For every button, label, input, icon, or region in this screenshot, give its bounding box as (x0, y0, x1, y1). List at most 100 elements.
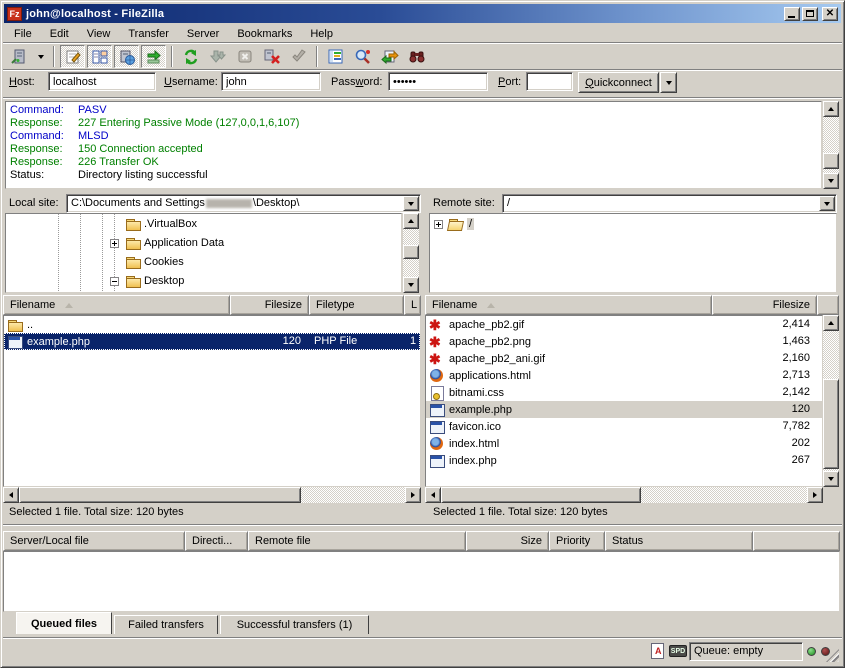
site-manager-dropdown-button[interactable] (33, 45, 48, 68)
expander-icon[interactable] (110, 277, 119, 286)
filter-button[interactable] (323, 45, 348, 68)
host-input[interactable] (48, 72, 156, 91)
minimize-button[interactable] (784, 7, 800, 21)
column-header-filename[interactable]: Filename (425, 295, 712, 315)
local-file-list: .. example.php 120 PHP File 1 (3, 315, 421, 487)
toggle-local-tree-icon (92, 49, 108, 65)
scroll-down-button[interactable] (823, 471, 839, 487)
scroll-right-button[interactable] (405, 487, 421, 503)
log-line: Response:150 Connection accepted (6, 143, 821, 156)
file-row[interactable]: favicon.ico 7,782 (426, 418, 822, 435)
scroll-up-button[interactable] (823, 101, 839, 117)
site-manager-button[interactable] (6, 45, 31, 68)
tree-item-application-data[interactable]: Application Data (110, 234, 224, 252)
file-row[interactable]: apache_pb2.gif 2,414 (426, 316, 822, 333)
remote-site-combobox[interactable]: / (502, 194, 837, 213)
password-label: Password: (331, 76, 382, 90)
scrollbar-thumb[interactable] (403, 245, 419, 259)
scroll-up-button[interactable] (823, 315, 839, 331)
quickconnect-button[interactable]: Quickconnect (578, 72, 659, 93)
toggle-queue-button[interactable] (141, 45, 166, 68)
file-row[interactable]: index.php 267 (426, 452, 822, 469)
tab-queued-files[interactable]: Queued files (16, 612, 112, 634)
menu-transfer[interactable]: Transfer (119, 26, 178, 42)
remote-site-label: Remote site: (433, 197, 495, 211)
menu-help[interactable]: Help (301, 26, 342, 42)
menu-file[interactable]: File (5, 26, 41, 42)
apache-image-icon (429, 334, 445, 350)
local-site-dropdown-button[interactable] (403, 196, 419, 211)
cancel-operation-button[interactable] (232, 45, 257, 68)
scroll-left-button[interactable] (425, 487, 441, 503)
disconnect-button[interactable] (259, 45, 284, 68)
process-queue-button[interactable] (205, 45, 230, 68)
speed-limit-icon[interactable]: SPD (669, 645, 687, 657)
column-header-filename[interactable]: Filename (3, 295, 230, 315)
toggle-local-tree-button[interactable] (87, 45, 112, 68)
expander-icon[interactable] (434, 220, 443, 229)
column-header-filesize[interactable]: Filesize (712, 295, 817, 315)
led-green-icon (807, 647, 816, 656)
menu-bookmarks[interactable]: Bookmarks (228, 26, 301, 42)
tree-item-root[interactable]: / (434, 215, 474, 233)
scroll-down-button[interactable] (403, 277, 419, 293)
scroll-left-button[interactable] (3, 487, 19, 503)
menu-view[interactable]: View (78, 26, 120, 42)
tree-item-cookies[interactable]: Cookies (110, 253, 184, 271)
column-header-priority[interactable]: Priority (549, 531, 605, 551)
local-list-hscrollbar[interactable] (3, 487, 421, 503)
column-header-status[interactable]: Status (605, 531, 753, 551)
file-name: example.php (449, 404, 512, 416)
quickconnect-dropdown-button[interactable] (660, 72, 677, 93)
reconnect-button[interactable] (286, 45, 311, 68)
local-tree-scrollbar[interactable] (403, 213, 419, 293)
file-row-example-php[interactable]: example.php 120 (426, 401, 822, 418)
scroll-up-button[interactable] (403, 213, 419, 229)
transfer-type-ascii-icon[interactable] (651, 643, 664, 659)
file-row[interactable]: applications.html 2,713 (426, 367, 822, 384)
column-header-remote-file[interactable]: Remote file (248, 531, 466, 551)
tree-item-desktop[interactable]: Desktop (110, 272, 184, 290)
find-files-button[interactable] (404, 45, 429, 68)
maximize-button[interactable] (802, 7, 818, 21)
file-row[interactable]: apache_pb2.png 1,463 (426, 333, 822, 350)
username-input[interactable] (221, 72, 321, 91)
close-button[interactable]: ✕ (822, 7, 838, 21)
column-header-lastmodified[interactable]: L (404, 295, 421, 315)
column-header-server-local-file[interactable]: Server/Local file (3, 531, 185, 551)
column-header-size[interactable]: Size (466, 531, 549, 551)
file-row[interactable]: apache_pb2_ani.gif 2,160 (426, 350, 822, 367)
tree-item-virtualbox[interactable]: .VirtualBox (110, 215, 197, 233)
toggle-message-log-button[interactable] (60, 45, 85, 68)
menu-server[interactable]: Server (178, 26, 228, 42)
file-row-parent-dir[interactable]: .. (4, 316, 420, 333)
local-site-combobox[interactable]: C:\Documents and Settings\Desktop\ (66, 194, 421, 213)
file-row-example-php[interactable]: example.php 120 PHP File 1 (4, 333, 420, 350)
expander-icon[interactable] (110, 239, 119, 248)
port-input[interactable] (526, 72, 573, 91)
scrollbar-thumb[interactable] (441, 487, 641, 503)
remote-list-scrollbar[interactable] (823, 315, 839, 487)
remote-list-hscrollbar[interactable] (425, 487, 823, 503)
tab-successful-transfers[interactable]: Successful transfers (1) (220, 615, 369, 634)
scrollbar-thumb[interactable] (823, 153, 839, 169)
scrollbar-thumb[interactable] (823, 379, 839, 469)
scroll-down-button[interactable] (823, 173, 839, 189)
remote-site-dropdown-button[interactable] (819, 196, 835, 211)
file-row[interactable]: index.html 202 (426, 435, 822, 452)
column-header-direction[interactable]: Directi... (185, 531, 248, 551)
column-header-filetype[interactable]: Filetype (309, 295, 404, 315)
tab-failed-transfers[interactable]: Failed transfers (114, 615, 218, 634)
toggle-remote-tree-icon (119, 49, 135, 65)
directory-comparison-button[interactable] (350, 45, 375, 68)
column-header-filesize[interactable]: Filesize (230, 295, 309, 315)
toggle-remote-tree-button[interactable] (114, 45, 139, 68)
scrollbar-thumb[interactable] (19, 487, 301, 503)
log-scrollbar[interactable] (823, 101, 839, 189)
scroll-right-button[interactable] (807, 487, 823, 503)
refresh-button[interactable] (178, 45, 203, 68)
menu-edit[interactable]: Edit (41, 26, 78, 42)
synchronized-browsing-button[interactable] (377, 45, 402, 68)
password-input[interactable] (388, 72, 488, 91)
file-row[interactable]: bitnami.css 2,142 (426, 384, 822, 401)
